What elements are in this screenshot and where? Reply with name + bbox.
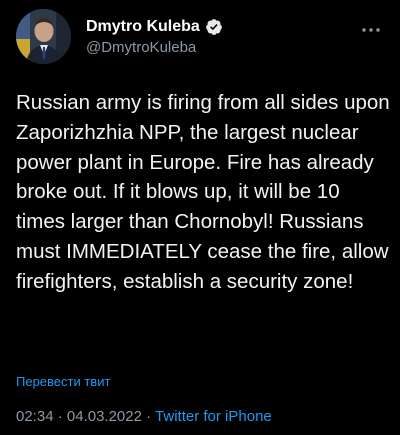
tweet-meta: 02:34 · 04.03.2022 · Twitter for iPhone	[16, 408, 272, 425]
tweet-text: Russian army is firing from all sides up…	[16, 91, 396, 293]
tweet-date[interactable]: 04.03.2022	[67, 408, 142, 425]
tweet-source-link[interactable]: Twitter for iPhone	[155, 408, 272, 425]
more-options-icon[interactable]	[360, 23, 382, 35]
verified-badge-icon	[205, 18, 223, 36]
author-names: Dmytro Kuleba @DmytroKuleba	[86, 16, 223, 56]
tweet-time[interactable]: 02:34	[16, 408, 54, 425]
author-handle[interactable]: @DmytroKuleba	[86, 39, 223, 56]
tweet-header: Dmytro Kuleba @DmytroKuleba	[16, 9, 384, 65]
avatar-image	[16, 9, 71, 64]
meta-separator-2: ·	[146, 408, 152, 425]
translate-tweet-link[interactable]: Перевести твит	[16, 374, 110, 389]
display-name[interactable]: Dmytro Kuleba	[86, 18, 200, 36]
display-name-row: Dmytro Kuleba	[86, 16, 223, 38]
tweet: Dmytro Kuleba @DmytroKuleba Russian army…	[0, 0, 400, 435]
meta-separator: ·	[57, 408, 63, 425]
avatar[interactable]	[16, 9, 71, 64]
